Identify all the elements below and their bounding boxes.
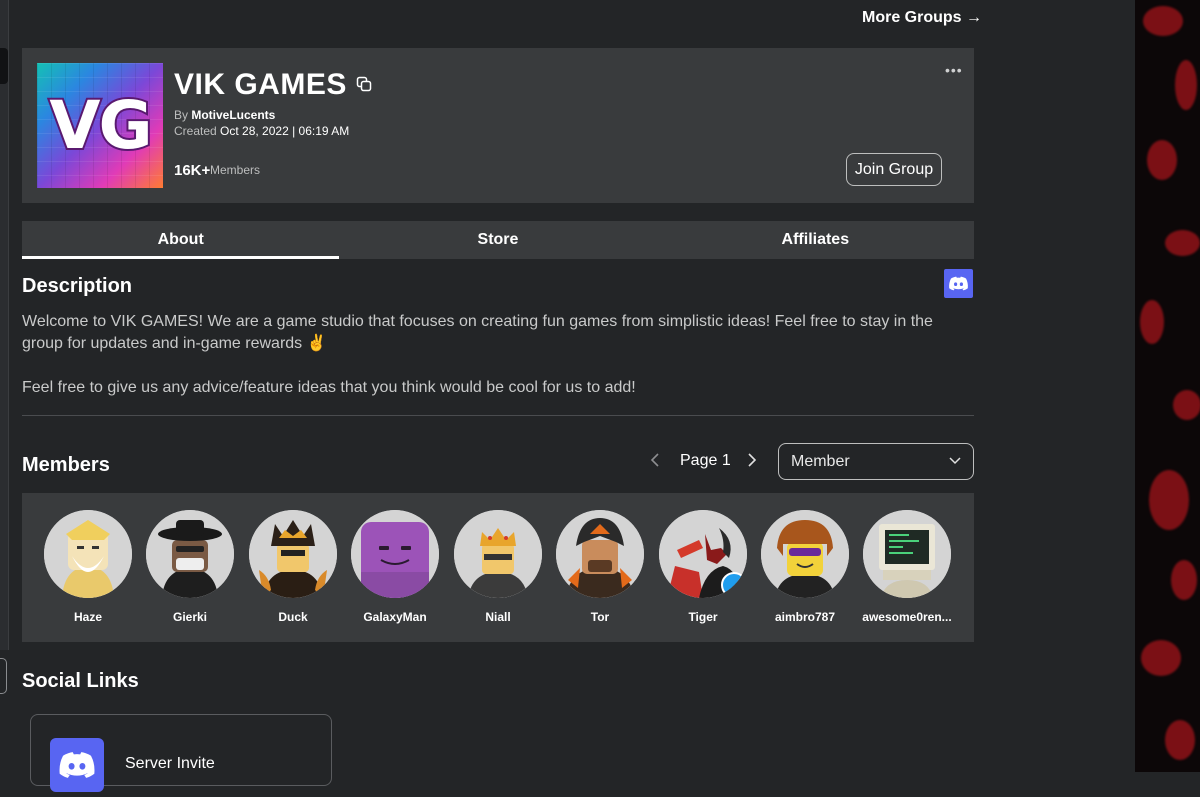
left-sidebar-tab [0, 48, 8, 84]
left-sidebar-edge [0, 0, 9, 650]
tab-affiliates[interactable]: Affiliates [657, 221, 974, 259]
chevron-right-icon[interactable] [744, 450, 760, 470]
group-created-date: Oct 28, 2022 | 06:19 AM [220, 124, 350, 138]
group-created-line: Created Oct 28, 2022 | 06:19 AM [174, 124, 350, 138]
member-name: aimbro787 [774, 610, 836, 624]
group-logo: VG [37, 63, 163, 188]
social-link-label: Server Invite [125, 755, 215, 772]
member-name: Tiger [688, 610, 718, 624]
social-links-title: Social Links [22, 670, 139, 692]
role-filter-value: Member [791, 453, 850, 470]
member-card[interactable]: Gierki [142, 510, 238, 624]
member-card[interactable]: GalaxyMan [347, 510, 443, 624]
description-text: Welcome to VIK GAMES! We are a game stud… [22, 311, 962, 399]
divider [22, 415, 974, 416]
description-title: Description [22, 275, 133, 297]
avatar [146, 510, 234, 598]
group-header-card: VG VIK GAMES By MotiveLucents Created Oc… [22, 48, 974, 203]
avatar [351, 510, 439, 598]
avatar [556, 510, 644, 598]
group-member-count-label: Members [210, 163, 261, 177]
avatar [659, 510, 747, 598]
tab-store[interactable]: Store [339, 221, 656, 259]
discord-icon[interactable] [944, 269, 973, 298]
member-card[interactable]: Tor [552, 510, 648, 624]
group-name: VIK GAMES [174, 68, 347, 101]
avatar [249, 510, 337, 598]
chevron-down-icon [949, 457, 961, 465]
more-options-icon[interactable]: ••• [945, 62, 963, 78]
copy-icon[interactable] [356, 76, 372, 92]
member-card[interactable]: awesome0ren... [859, 510, 955, 624]
social-link-server-invite[interactable]: Server Invite [30, 714, 332, 792]
member-name: awesome0ren... [862, 610, 952, 624]
left-sidebar-tab-outline [0, 658, 7, 694]
more-groups-link[interactable]: More Groups → [862, 9, 982, 27]
avatar [44, 510, 132, 598]
join-group-button[interactable]: Join Group [846, 153, 942, 186]
group-member-count: 16K+ [174, 162, 211, 179]
member-name: Gierki [172, 610, 208, 624]
premium-badge-icon [721, 572, 747, 598]
avatar [761, 510, 849, 598]
group-owner-link[interactable]: MotiveLucents [191, 108, 275, 122]
member-name: GalaxyMan [363, 610, 427, 624]
member-card[interactable]: Tiger [655, 510, 751, 624]
role-filter-select[interactable]: Member [778, 443, 974, 480]
group-tabs: About Store Affiliates [22, 221, 974, 259]
chevron-left-icon[interactable] [647, 450, 663, 470]
members-title: Members [22, 454, 110, 476]
group-logo-text: VG [47, 85, 154, 166]
member-name: Tor [590, 610, 610, 624]
member-card[interactable]: Niall [450, 510, 546, 624]
member-card[interactable]: aimbro787 [757, 510, 853, 624]
avatar [863, 510, 951, 598]
member-card[interactable]: Haze [40, 510, 136, 624]
member-card[interactable]: Duck [245, 510, 341, 624]
member-name: Duck [278, 610, 308, 624]
background-wallpaper [1135, 0, 1200, 772]
member-name: Haze [73, 610, 102, 624]
group-owner-line: By MotiveLucents [174, 108, 276, 122]
description-paragraph: Feel free to give us any advice/feature … [22, 379, 636, 396]
member-name: Niall [485, 610, 511, 624]
members-list: Haze Gierki Duck GalaxyMan Niall Tor Tig… [22, 493, 974, 642]
description-paragraph: Welcome to VIK GAMES! We are a game stud… [22, 313, 933, 352]
tab-about[interactable]: About [22, 221, 340, 259]
discord-icon [50, 738, 104, 792]
avatar [454, 510, 542, 598]
page-indicator: Page 1 [680, 452, 731, 469]
